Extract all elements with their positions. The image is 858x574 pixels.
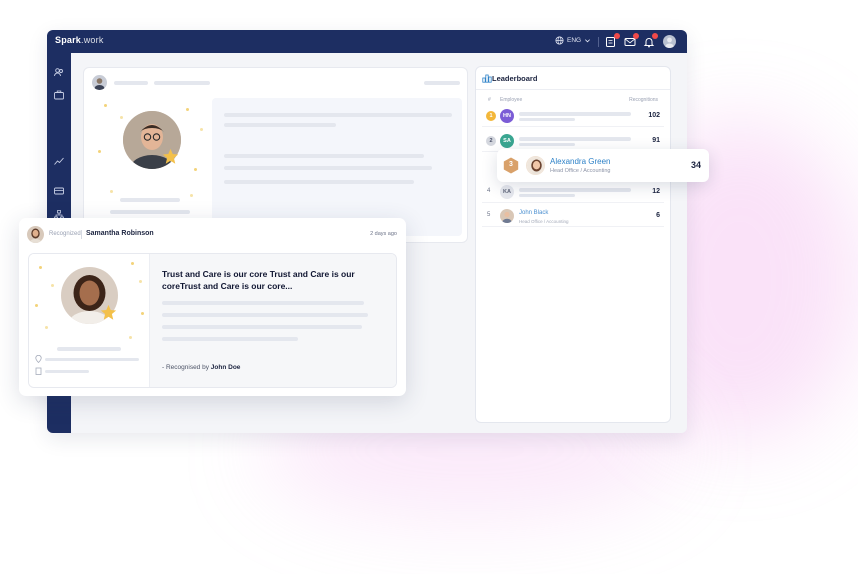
recipient-name[interactable]: Samantha Robinson — [86, 230, 154, 237]
column-recognitions: Recognitions — [629, 97, 658, 103]
message-panel: Trust and Care is our core Trust and Car… — [150, 254, 396, 387]
avatar: HN — [500, 109, 514, 123]
skeleton-line — [519, 194, 575, 197]
skeleton-line — [224, 154, 424, 158]
mail-button[interactable] — [624, 33, 639, 48]
leaderboard-row[interactable]: 4 KA 12 — [482, 181, 664, 203]
recognition-message: Trust and Care is our core Trust and Car… — [162, 269, 355, 291]
leaderboard-title: Leaderboard — [492, 74, 538, 83]
notification-badge — [652, 33, 658, 39]
recognition-card[interactable]: Recognized Samantha Robinson 2 days ago … — [19, 218, 406, 396]
skeleton-line — [45, 370, 89, 373]
star-icon — [100, 304, 117, 320]
avatar — [92, 75, 107, 90]
skeleton-line — [519, 118, 575, 121]
recognition-count: 12 — [652, 188, 660, 195]
rank-number: 5 — [487, 212, 491, 218]
tasks-button[interactable] — [605, 33, 620, 48]
rank-badge: 1 — [486, 111, 496, 121]
top-bar: Spark.work ENG — [47, 30, 687, 53]
leaderboard-panel: Leaderboard # Employee Recognitions 1 HN… — [475, 66, 671, 423]
skeleton-line — [57, 347, 121, 351]
recipient-panel — [29, 254, 150, 387]
people-icon — [54, 68, 63, 77]
column-employee: Employee — [500, 97, 523, 103]
recognition-count: 102 — [648, 112, 660, 119]
rank-number: 4 — [487, 188, 491, 194]
feed-text-panel — [212, 98, 462, 236]
skeleton-line — [224, 166, 432, 170]
chart-icon — [54, 157, 64, 165]
recognition-count: 6 — [656, 212, 660, 219]
brand-logo[interactable]: Spark.work — [55, 35, 104, 45]
skeleton-line — [519, 188, 631, 192]
avatar — [526, 156, 545, 175]
leaderboard-icon — [482, 74, 492, 83]
notification-badge — [614, 33, 620, 39]
employee-name: Alexandra Green — [550, 157, 611, 166]
skeleton-line — [114, 81, 148, 85]
feed-photo-panel — [90, 98, 212, 238]
skeleton-line — [162, 325, 362, 329]
skeleton-line — [519, 112, 631, 116]
language-selector[interactable]: ENG — [555, 36, 591, 45]
recognised-by: - Recognised by John Doe — [162, 364, 241, 371]
employee-name: John Black — [519, 210, 549, 216]
skeleton-line — [519, 137, 631, 141]
language-label: ENG — [567, 37, 582, 44]
avatar — [27, 226, 44, 243]
notification-badge — [633, 33, 639, 39]
suitcase-icon — [54, 187, 64, 195]
divider — [81, 230, 82, 239]
skeleton-line — [224, 113, 452, 117]
recognition-body: Trust and Care is our core Trust and Car… — [28, 253, 397, 388]
skeleton-line — [154, 81, 210, 85]
globe-icon — [555, 36, 564, 45]
avatar: SA — [500, 134, 514, 148]
skeleton-line — [224, 180, 414, 184]
leaderboard-row[interactable]: 1 HN 102 — [482, 105, 664, 127]
employee-department: Head Office / Accounting — [519, 219, 569, 224]
recognition-count: 91 — [652, 137, 660, 144]
notifications-button[interactable] — [643, 33, 658, 48]
recogniser-name: John Doe — [210, 364, 241, 371]
sidebar-item-jobs[interactable] — [53, 183, 65, 195]
sidebar-item-analytics[interactable] — [53, 154, 65, 166]
skeleton-line — [162, 301, 364, 305]
rank-badge: 2 — [486, 136, 496, 146]
user-avatar[interactable] — [663, 35, 676, 48]
skeleton-line — [120, 198, 180, 202]
rank-number: 3 — [509, 161, 513, 168]
timestamp: 2 days ago — [370, 231, 397, 237]
leaderboard-row[interactable]: 5 John Black Head Office / Accounting 6 — [482, 205, 664, 227]
employee-department: Head Office / Accounting — [550, 168, 611, 174]
skeleton-line — [162, 313, 368, 317]
feed-card — [83, 67, 468, 243]
skeleton-line — [424, 81, 460, 85]
recognized-label: Recognized — [49, 231, 81, 237]
star-icon — [162, 148, 179, 164]
skeleton-line — [110, 210, 190, 214]
skeleton-line — [519, 143, 575, 146]
briefcase-icon — [54, 90, 64, 100]
recognition-count: 34 — [690, 160, 701, 170]
avatar — [500, 209, 514, 223]
skeleton-line — [224, 123, 336, 127]
divider — [476, 89, 670, 90]
divider — [598, 37, 599, 47]
building-icon — [35, 367, 42, 375]
avatar: KA — [500, 185, 514, 199]
chevron-down-icon — [585, 39, 591, 43]
sidebar-item-work[interactable] — [53, 88, 65, 100]
sidebar-item-people[interactable] — [53, 65, 65, 77]
location-icon — [35, 355, 42, 363]
skeleton-line — [162, 337, 298, 341]
leaderboard-highlight-row[interactable]: 3 Alexandra Green Head Office / Accounti… — [497, 149, 709, 182]
column-rank: # — [488, 97, 491, 103]
skeleton-line — [45, 358, 139, 361]
